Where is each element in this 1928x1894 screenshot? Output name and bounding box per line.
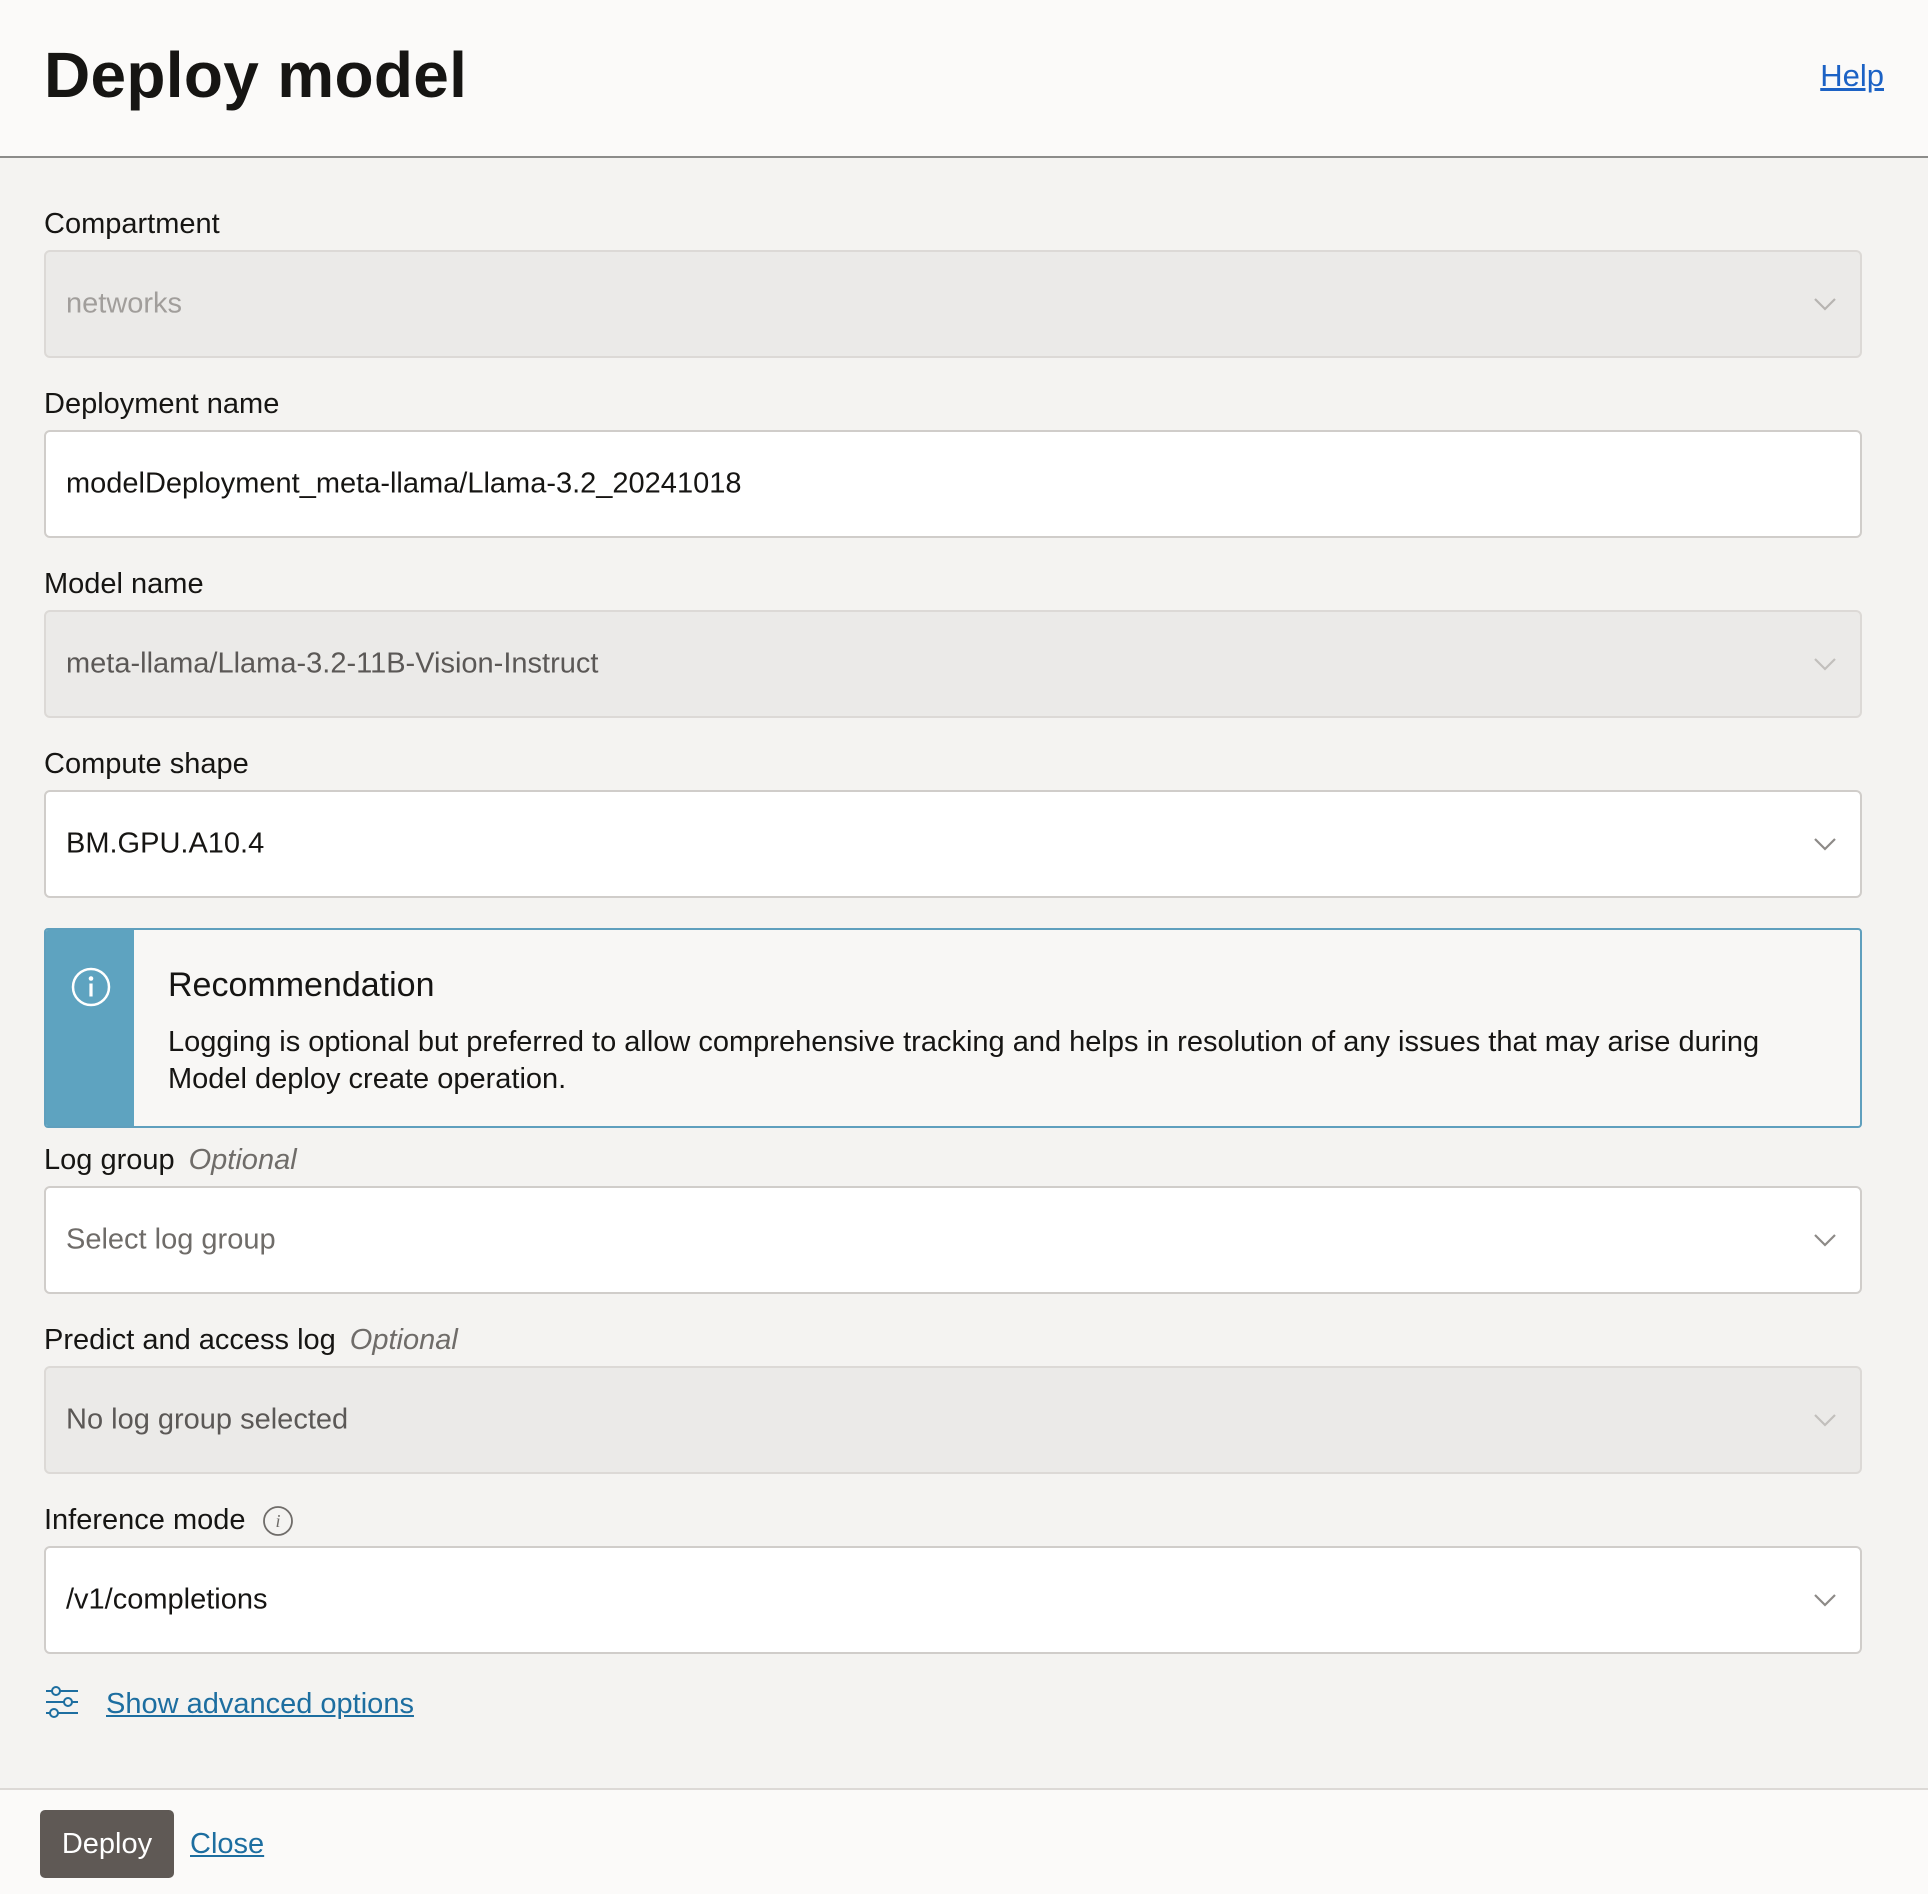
predict-log-select[interactable]: No log group selected (44, 1366, 1862, 1474)
close-link[interactable]: Close (190, 1828, 264, 1861)
chevron-down-icon (1812, 655, 1838, 673)
recommendation-text: Logging is optional but preferred to all… (168, 1026, 1760, 1095)
deployment-name-input[interactable]: modelDeployment_meta-llama/Llama-3.2_202… (44, 430, 1862, 538)
sliders-icon (44, 1684, 80, 1725)
inference-mode-select[interactable]: /v1/completions (44, 1546, 1862, 1654)
deployment-name-value: modelDeployment_meta-llama/Llama-3.2_202… (66, 467, 742, 500)
compute-shape-label: Compute shape (44, 748, 249, 780)
advanced-options-toggle[interactable]: Show advanced options (44, 1684, 414, 1725)
info-icon (70, 966, 112, 1013)
help-link[interactable]: Help (1820, 58, 1884, 94)
optional-tag: Optional (188, 1144, 297, 1176)
chevron-down-icon (1812, 295, 1838, 313)
page-title: Deploy model (44, 39, 468, 111)
banner-accent-strip (46, 930, 134, 1126)
dialog-footer: Deploy Close (0, 1788, 1928, 1894)
log-group-placeholder: Select log group (66, 1223, 276, 1256)
advanced-options-label: Show advanced options (106, 1688, 414, 1720)
model-name-select[interactable]: meta-llama/Llama-3.2-11B-Vision-Instruct (44, 610, 1862, 718)
inference-mode-label-text: Inference mode (44, 1504, 246, 1536)
compute-shape-value: BM.GPU.A10.4 (66, 827, 265, 860)
compartment-label: Compartment (44, 208, 220, 240)
compartment-select[interactable]: networks (44, 250, 1862, 358)
predict-log-label-text: Predict and access log (44, 1324, 336, 1356)
predict-log-value: No log group selected (66, 1403, 349, 1436)
log-group-select[interactable]: Select log group (44, 1186, 1862, 1294)
deploy-button[interactable]: Deploy (40, 1810, 174, 1878)
deployment-name-label: Deployment name (44, 388, 280, 420)
chevron-down-icon (1812, 1591, 1838, 1609)
info-icon[interactable]: i (262, 1505, 294, 1537)
model-name-value: meta-llama/Llama-3.2-11B-Vision-Instruct (66, 647, 599, 680)
chevron-down-icon (1812, 1231, 1838, 1249)
recommendation-banner: Recommendation Logging is optional but p… (44, 928, 1862, 1128)
inference-mode-label: Inference mode i (44, 1504, 294, 1537)
compartment-value: networks (66, 287, 183, 320)
optional-tag: Optional (349, 1324, 458, 1356)
dialog-header: Deploy model Help (0, 0, 1928, 158)
svg-text:i: i (275, 1511, 280, 1531)
inference-mode-value: /v1/completions (66, 1583, 268, 1616)
recommendation-title: Recommendation (168, 966, 435, 1004)
log-group-label: Log group Optional (44, 1144, 297, 1177)
compute-shape-select[interactable]: BM.GPU.A10.4 (44, 790, 1862, 898)
predict-log-label: Predict and access log Optional (44, 1324, 458, 1357)
chevron-down-icon (1812, 835, 1838, 853)
log-group-label-text: Log group (44, 1144, 175, 1176)
model-name-label: Model name (44, 568, 204, 600)
chevron-down-icon (1812, 1411, 1838, 1429)
